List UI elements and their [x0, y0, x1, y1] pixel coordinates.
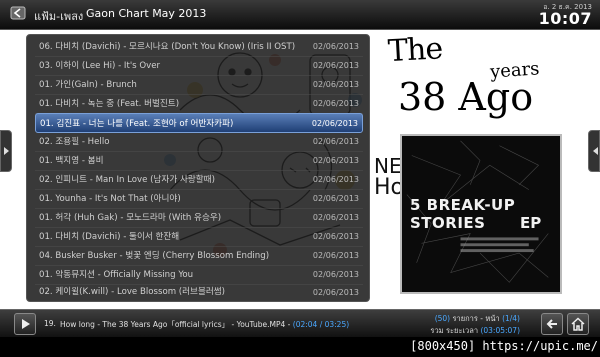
clock: 10:07: [538, 9, 592, 28]
fanart-title-line2: 38 Ago: [398, 75, 534, 119]
list-item[interactable]: 01. Younha - It's Not That (아니야) 02/06/20…: [35, 189, 363, 209]
home-icon: [571, 317, 585, 331]
list-item[interactable]: 01. 백지영 - 봄비 02/06/2013: [35, 151, 363, 171]
left-arrow-icon: [546, 319, 557, 329]
list-item[interactable]: 01. 악동뮤지션 - Officially Missing You 02/06/…: [35, 265, 363, 285]
home-button[interactable]: [567, 313, 589, 335]
bottom-strip: [800x450] https://upic.me/: [0, 337, 600, 357]
list-item[interactable]: 04. Busker Busker - 벚꽃 엔딩 (Cherry Blosso…: [35, 246, 363, 266]
list-item[interactable]: 06. 다비치 (Davichi) - 모르시나요 (Don't You Kno…: [35, 37, 363, 57]
breadcrumb-separator: -: [74, 7, 78, 20]
list-item[interactable]: 01. 가인(GaIn) - Brunch 02/06/2013: [35, 75, 363, 95]
nav-back-button[interactable]: [541, 313, 563, 335]
now-playing-title: How long - The 38 Years Ago「official lyr…: [60, 320, 350, 329]
list-item-selected[interactable]: 01. 김진표 - 너는 나를 (Feat. 조현아 of 어반자카파) 02/0…: [35, 113, 363, 133]
scroll-left-icon[interactable]: [0, 130, 12, 172]
top-bar: แฟ้ม-เพลง - Gaon Chart May 2013 อ. 2 ธ.ค…: [0, 0, 600, 30]
list-item[interactable]: 01. 다비치 - 녹는 중 (Feat. 버벌진트) 02/06/2013: [35, 94, 363, 114]
list-item[interactable]: 01. 허각 (Huh Gak) - 모노드라마 (With 유승우) 02/06…: [35, 208, 363, 228]
list-item[interactable]: 02. 인피니트 - Man In Love (남자가 사랑할때) 02/06/2…: [35, 170, 363, 190]
now-playing-bar: 19. How long - The 38 Years Ago「official…: [0, 309, 600, 337]
cover-title-line2-suffix: EP: [520, 214, 542, 232]
watermark-label: [800x450] https://upic.me/: [410, 339, 598, 353]
breadcrumb-current: Gaon Chart May 2013: [86, 7, 207, 20]
scroll-right-icon[interactable]: [588, 130, 600, 172]
now-playing-time: (02:04 / 03:25): [292, 320, 350, 329]
playlist-panel: 06. 다비치 (Davichi) - 모르시나요 (Don't You Kno…: [26, 34, 370, 302]
list-item[interactable]: 02. 케이윌(K.will) - Love Blossom (러브블러썸) 02…: [35, 284, 363, 301]
item-count: (50) รายการ - หน้า (1/4): [434, 314, 520, 323]
cover-title-line2: STORIES: [410, 214, 486, 232]
cover-title-line1: 5 BREAK-UP: [410, 196, 516, 214]
total-duration: รวม ระยะเวลา (03:05:07): [430, 326, 520, 335]
album-cover: 5 BREAK-UP STORIES EP: [400, 134, 562, 294]
play-icon[interactable]: [14, 313, 36, 335]
back-arrow-icon[interactable]: [10, 6, 26, 20]
list-item[interactable]: 03. 이하이 (Lee Hi) - It's Over 02/06/2013: [35, 56, 363, 76]
list-item[interactable]: 01. 다비치 (Davichi) - 둘이서 한잔해 02/06/2013: [35, 227, 363, 247]
list-item[interactable]: 02. 조용필 - Hello 02/06/2013: [35, 132, 363, 152]
now-playing-number: 19.: [44, 319, 56, 328]
